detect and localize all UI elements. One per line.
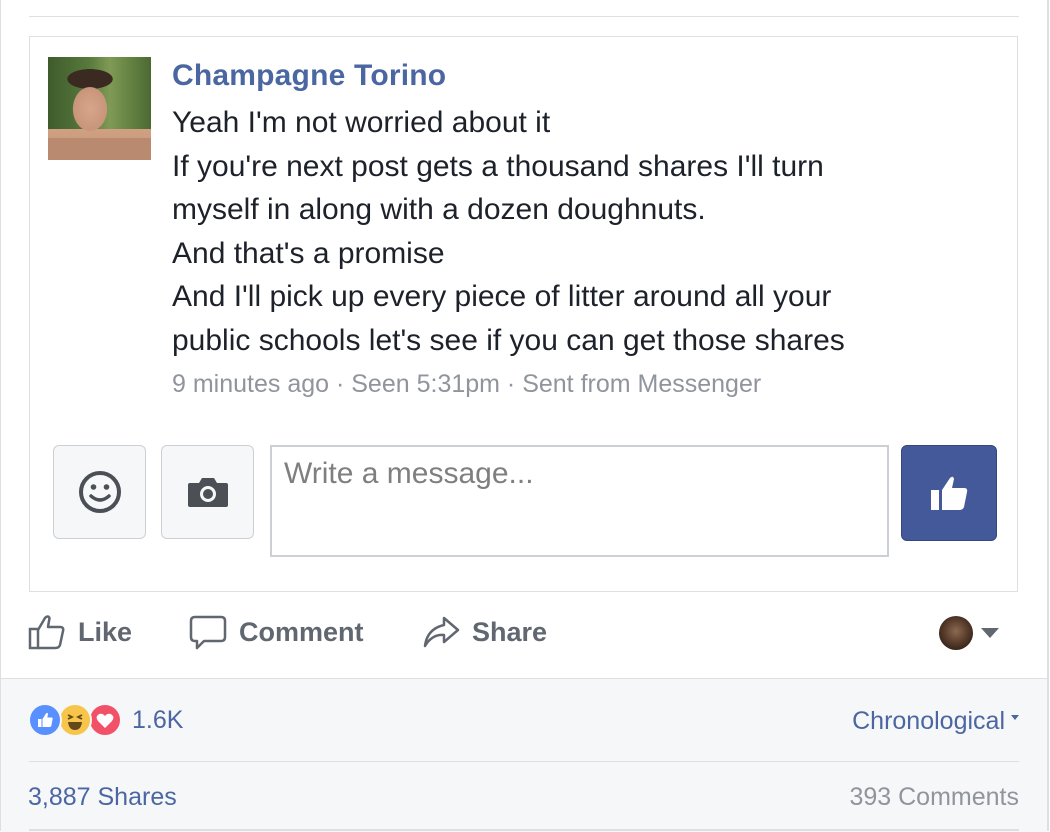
reaction-count[interactable]: 1.6K	[132, 706, 183, 735]
thumbs-up-icon	[931, 476, 968, 510]
comment-sort-dropdown[interactable]: Chronological	[852, 707, 1019, 736]
sender-name[interactable]: Champagne Torino	[172, 59, 446, 93]
share-button[interactable]: Share	[422, 614, 547, 650]
top-divider	[29, 16, 1019, 17]
comments-count[interactable]: 393 Comments	[849, 783, 1019, 812]
message-input[interactable]	[270, 445, 889, 557]
post-as-selector[interactable]	[939, 616, 999, 650]
like-icon	[28, 615, 65, 650]
smiley-icon	[78, 471, 121, 513]
message-line: And I'll pick up every piece of litter a…	[172, 280, 832, 313]
embedded-message: Champagne Torino Yeah I'm not worried ab…	[29, 36, 1018, 592]
haha-reaction-icon	[58, 703, 92, 737]
message-line: Yeah I'm not worried about it	[172, 106, 551, 139]
like-reaction-icon	[28, 703, 62, 737]
caret-down-icon	[1011, 715, 1019, 720]
camera-icon	[187, 478, 228, 507]
message-text: Yeah I'm not worried about it If you're …	[172, 101, 992, 362]
message-line: And that's a promise	[172, 236, 445, 270]
reactions-summary[interactable]: 1.6K	[28, 703, 183, 737]
user-avatar	[939, 616, 973, 650]
camera-button[interactable]	[161, 445, 254, 539]
share-label: Share	[472, 616, 548, 647]
message-meta: 9 minutes ago · Seen 5:31pm · Sent from …	[172, 370, 762, 398]
love-reaction-icon	[88, 703, 122, 737]
post-summary: 1.6K Chronological 3,887 Shares 393 Comm…	[1, 678, 1047, 832]
send-like-button[interactable]	[901, 445, 997, 541]
summary-divider	[29, 761, 1019, 762]
share-icon	[423, 616, 460, 648]
shares-count[interactable]: 3,887 Shares	[28, 783, 177, 812]
comment-label: Comment	[239, 616, 364, 647]
comment-button[interactable]: Comment	[189, 614, 364, 650]
avatar-shirt	[48, 138, 151, 160]
message-line: myself in along with a dozen doughnuts.	[172, 193, 706, 226]
sender-avatar[interactable]	[48, 57, 151, 160]
comment-icon	[189, 615, 227, 650]
post-action-bar: Like Comment Share	[1, 592, 1047, 678]
message-line: If you're next post gets a thousand shar…	[172, 149, 824, 183]
like-label: Like	[78, 616, 133, 647]
message-line: public schools let's see if you can get …	[172, 323, 845, 357]
post-card: Champagne Torino Yeah I'm not worried ab…	[0, 0, 1049, 832]
emoji-button[interactable]	[53, 445, 146, 539]
chevron-down-icon	[981, 628, 999, 638]
like-button[interactable]: Like	[28, 614, 132, 650]
sort-label: Chronological	[852, 707, 1005, 735]
